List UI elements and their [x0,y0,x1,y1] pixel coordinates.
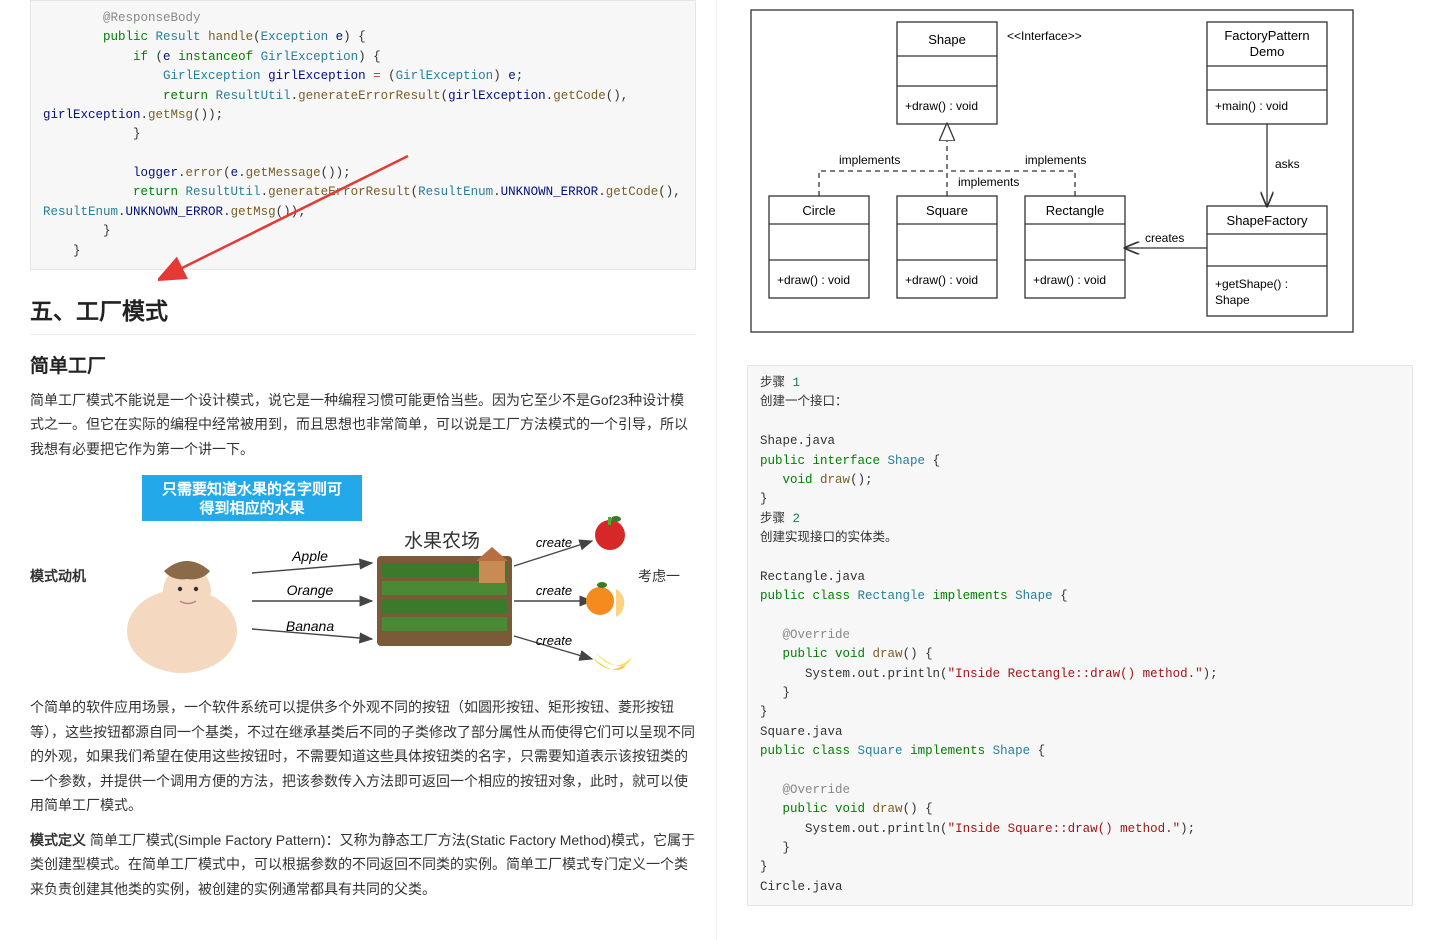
svg-text:Circle: Circle [802,203,835,218]
uml-class-shape-factory: ShapeFactory +getShape() : Shape [1207,206,1327,316]
fruit-farm-svg: 只需要知道水果的名字则可 得到相应的水果 水果农场 [92,471,632,681]
uml-class-factory-pattern-demo: FactoryPattern Demo +main() : void [1207,22,1327,124]
code-block-exception-handler: @ResponseBody public Result handle(Excep… [30,0,696,270]
illustration-fruit-farm: 模式动机 只需要知道水果的名字则可 得到相应的水果 水果农场 [30,471,696,681]
uml-class-rectangle: Rectangle +draw() : void [1025,196,1125,298]
svg-text:ShapeFactory: ShapeFactory [1227,213,1308,228]
svg-text:create: create [536,633,572,648]
svg-text:create: create [536,583,572,598]
svg-text:FactoryPattern: FactoryPattern [1224,28,1309,43]
svg-text:creates: creates [1145,231,1184,245]
svg-text:Demo: Demo [1250,44,1285,59]
svg-text:asks: asks [1275,157,1300,171]
svg-text:+draw() : void: +draw() : void [905,273,978,287]
label-pattern-definition: 模式定义 [30,832,86,848]
right-column: Shape +draw() : void <<Interface>> Circl… [717,0,1443,940]
svg-text:+draw() : void: +draw() : void [905,99,978,113]
svg-text:implements: implements [958,175,1019,189]
svg-text:+draw() : void: +draw() : void [777,273,850,287]
svg-text:+main() : void: +main() : void [1215,99,1288,113]
uml-stereotype-interface: <<Interface>> [1007,29,1082,43]
svg-text:create: create [536,535,572,550]
label-consider-one: 考虑一 [632,566,682,586]
svg-text:得到相应的水果: 得到相应的水果 [198,499,305,517]
code-block-factory-impl: 步骤 1 创建一个接口： Shape.java public interface… [747,365,1413,906]
paragraph-scenario: 个简单的软件应用场景，一个软件系统可以提供多个外观不同的按钮（如圆形按钮、矩形按… [30,695,696,818]
uml-class-shape: Shape +draw() : void [897,22,997,124]
uml-class-circle: Circle +draw() : void [769,196,869,298]
svg-text:+draw() : void: +draw() : void [1033,273,1106,287]
svg-text:Shape: Shape [1215,293,1250,307]
svg-text:Square: Square [926,203,968,218]
svg-text:implements: implements [839,153,900,167]
paragraph-intro: 简单工厂模式不能说是一个设计模式，说它是一种编程习惯可能更恰当些。因为它至少不是… [30,388,696,462]
svg-text:Orange: Orange [287,582,334,598]
svg-text:水果农场: 水果农场 [404,530,480,552]
svg-text:implements: implements [1025,153,1086,167]
uml-diagram-factory-pattern: Shape +draw() : void <<Interface>> Circl… [747,6,1413,339]
heading-factory-pattern: 五、工厂模式 [30,292,696,335]
svg-text:只需要知道水果的名字则可: 只需要知道水果的名字则可 [162,480,342,498]
uml-class-square: Square +draw() : void [897,196,997,298]
svg-text:Banana: Banana [286,618,334,634]
svg-text:Rectangle: Rectangle [1046,203,1105,218]
svg-text:+getShape() :: +getShape() : [1215,277,1288,291]
paragraph-definition: 模式定义 简单工厂模式(Simple Factory Pattern)：又称为静… [30,828,696,902]
svg-text:Apple: Apple [291,548,328,564]
annotation-responsebody: @ResponseBody [103,11,201,25]
label-pattern-motivation: 模式动机 [30,566,92,586]
left-column: @ResponseBody public Result handle(Excep… [0,0,717,940]
heading-simple-factory: 简单工厂 [30,351,696,378]
svg-text:Shape: Shape [928,32,966,47]
